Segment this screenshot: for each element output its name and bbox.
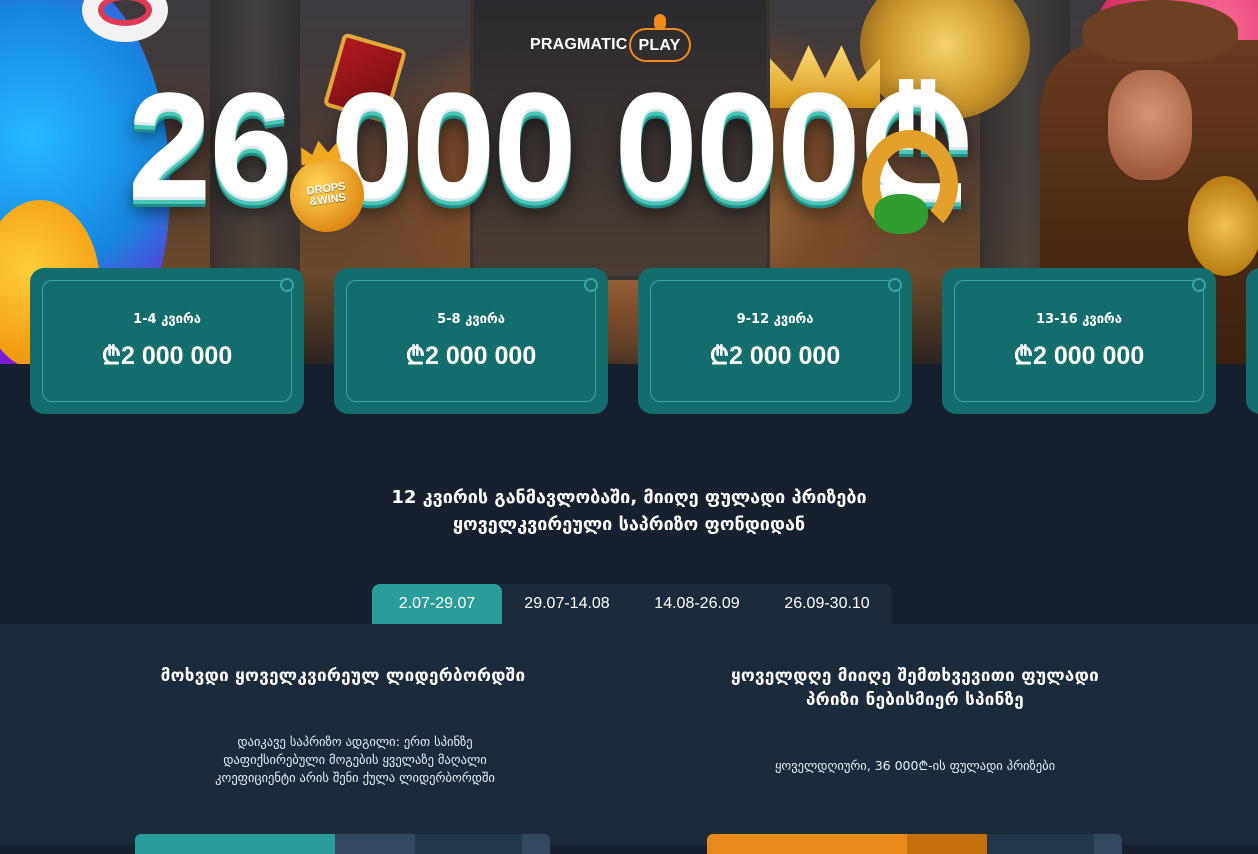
tab-period-4[interactable]: 26.09-30.10 [762, 584, 892, 624]
leaderboard-table-header [135, 834, 550, 854]
leaderboard-title: მოხვდი ყოველკვირეულ ლიდერბორდში [160, 666, 526, 686]
week-prize: ₾2 000 000 [1013, 342, 1145, 370]
header-segment [135, 834, 335, 854]
tab-period-2[interactable]: 29.07-14.08 [502, 584, 632, 624]
period-tabs: 2.07-29.07 29.07-14.08 14.08-26.09 26.09… [372, 584, 892, 624]
leaderboard-description: დაიკავე საპრიზო ადგილი: ერთ სპინზე დაფიქ… [125, 733, 585, 787]
header-segment [335, 834, 415, 854]
header-segment [907, 834, 987, 854]
week-range: 13-16 კვირა [1036, 312, 1122, 327]
daily-prizes-table-header [707, 834, 1122, 854]
header-segment [1094, 834, 1122, 854]
gold-coin-decoration [1188, 176, 1258, 276]
next-week-card-edge[interactable] [1246, 268, 1258, 414]
week-range: 5-8 კვირა [437, 312, 505, 327]
week-prize: ₾2 000 000 [101, 342, 233, 370]
description-line: დაიკავე საპრიზო ადგილი: ერთ სპინზე [237, 734, 473, 749]
title-line: პრიზი ნებისმიერ სპინზე [805, 690, 1025, 710]
header-segment [522, 834, 550, 854]
title-line: ყოველდღე მიიღე შემთხვევითი ფულადი [731, 666, 1099, 686]
header-segment [415, 834, 522, 854]
week-card: 1-4 კვირა ₾2 000 000 [30, 268, 304, 414]
brand-badge: PLAY [628, 28, 691, 62]
badge-line: &WINS [308, 191, 347, 209]
intro-text: 12 კვირის განმავლობაში, მიიღე ფულადი პრი… [0, 484, 1258, 538]
brand-name: PRAGMATIC [530, 36, 628, 53]
adventurer-hat-decoration [1082, 0, 1238, 62]
bow-decoration [874, 194, 928, 234]
intro-line: ყოველკვირეული საპრიზო ფონდიდან [452, 514, 806, 535]
header-segment [987, 834, 1094, 854]
description-line: კოეფიციენტი არის შენი ქულა ლიდერბორდში [215, 770, 495, 785]
card-corner-icon [1192, 278, 1206, 292]
week-card: 5-8 კვირა ₾2 000 000 [334, 268, 608, 414]
card-corner-icon [888, 278, 902, 292]
week-card: 9-12 კვირა ₾2 000 000 [638, 268, 912, 414]
week-prize: ₾2 000 000 [405, 342, 537, 370]
week-prize: ₾2 000 000 [709, 342, 841, 370]
header-segment [707, 834, 907, 854]
daily-prizes-title: ყოველდღე მიიღე შემთხვევითი ფულადი პრიზი … [685, 664, 1145, 712]
description-line: დაფიქსირებული მოგების ყველაზე მაღალი [223, 752, 487, 767]
week-range: 9-12 კვირა [736, 312, 814, 327]
card-corner-icon [584, 278, 598, 292]
pragmatic-play-logo: PRAGMATIC PLAY [530, 28, 691, 62]
intro-line: 12 კვირის განმავლობაში, მიიღე ფულადი პრი… [391, 487, 867, 508]
card-corner-icon [280, 278, 294, 292]
tab-period-3[interactable]: 14.08-26.09 [632, 584, 762, 624]
week-card: 13-16 კვირა ₾2 000 000 [942, 268, 1216, 414]
week-range: 1-4 კვირა [133, 312, 201, 327]
daily-prizes-description: ყოველდღიური, 36 000₾-ის ფულადი პრიზები [774, 758, 1056, 773]
tab-period-1[interactable]: 2.07-29.07 [372, 584, 502, 624]
adventurer-face-decoration [1108, 70, 1192, 180]
